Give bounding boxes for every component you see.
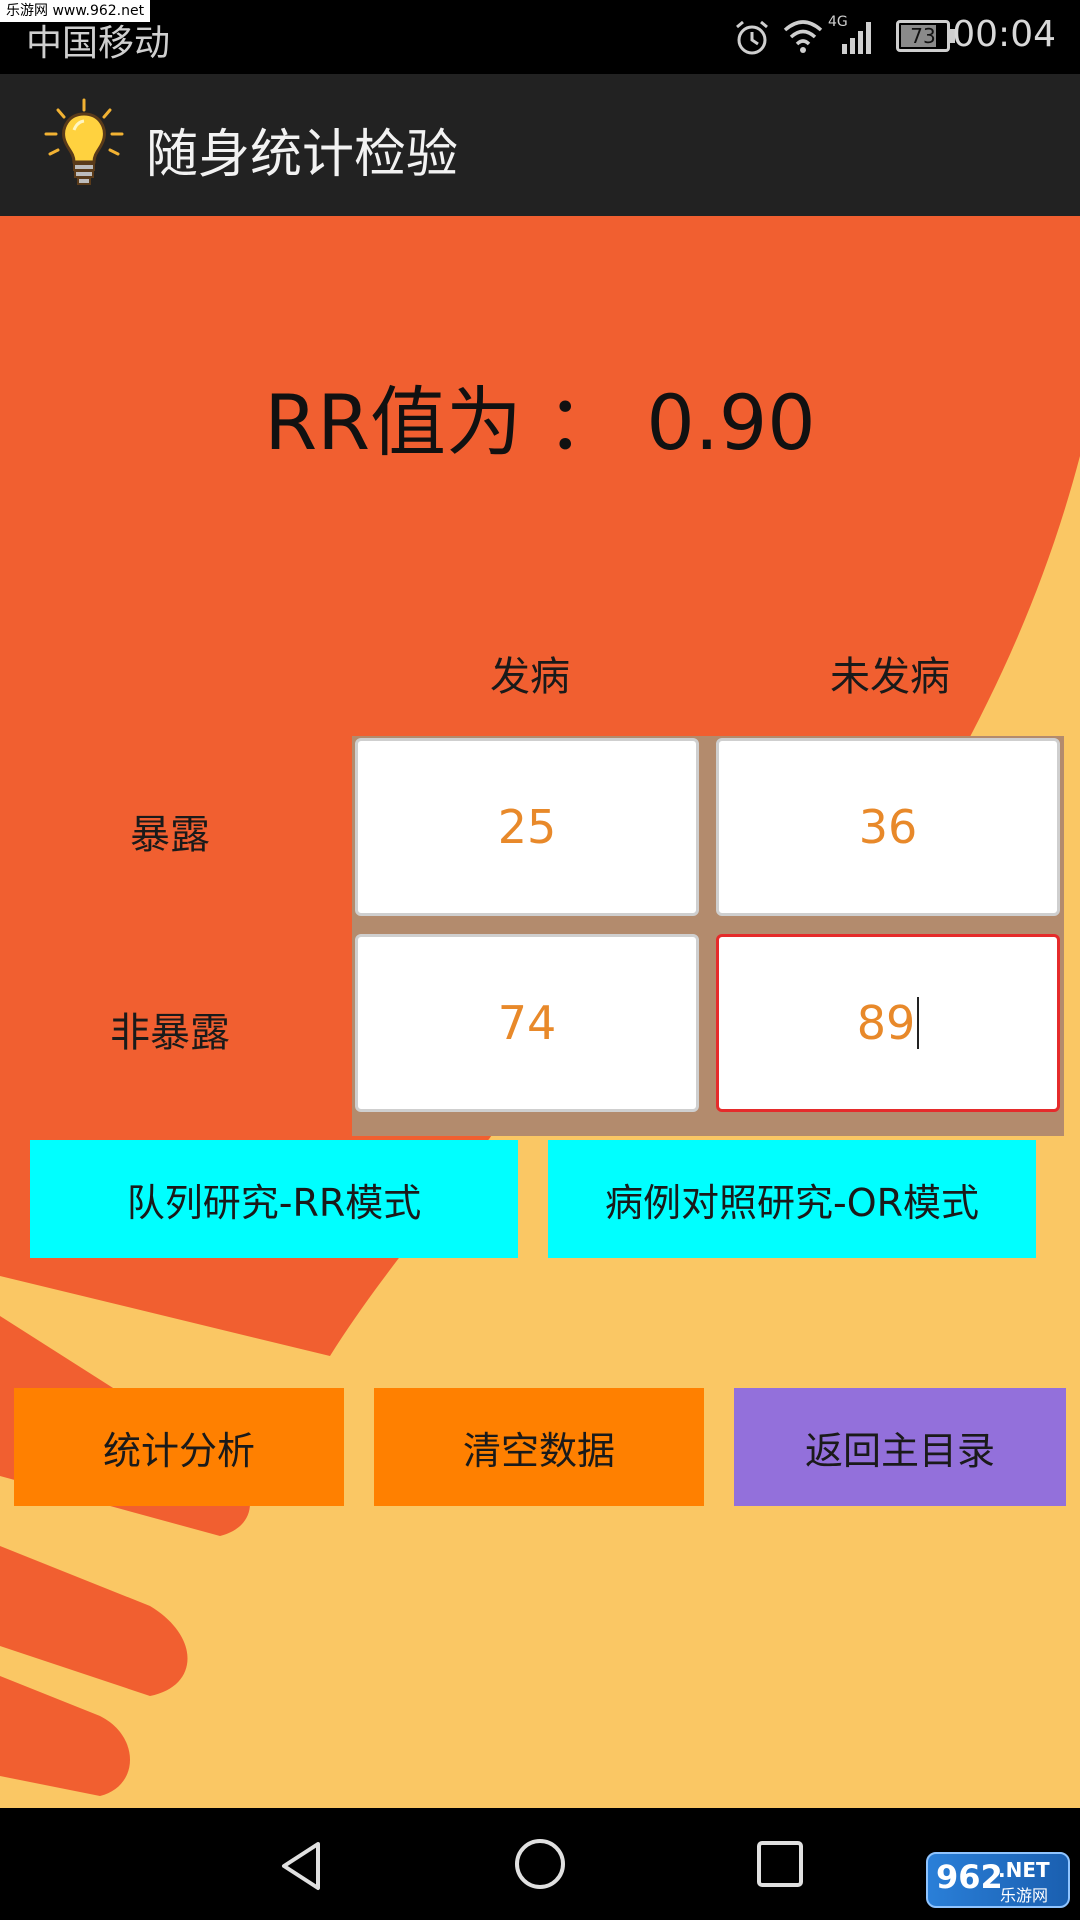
carrier-name: 中国移动	[26, 23, 171, 64]
watermark-logo-caption: 乐游网	[1000, 1886, 1049, 1905]
cell-exposed-diseased[interactable]: 25	[355, 738, 699, 916]
watermark-logo-number: 962	[936, 1858, 1003, 1896]
cell-value: 25	[497, 800, 557, 854]
alarm-icon	[736, 20, 768, 55]
lightbulb-icon	[44, 98, 124, 185]
rr-result-text: RR值为 ： 0.90	[0, 361, 1080, 471]
rr-result-separator	[522, 378, 546, 467]
col-header-not-diseased: 未发病	[830, 654, 950, 700]
watermark-logo: 962 .NET 乐游网	[926, 1852, 1070, 1908]
cell-unexposed-diseased[interactable]: 74	[355, 934, 699, 1112]
clear-data-button[interactable]: 清空数据	[374, 1388, 704, 1506]
wifi-icon	[783, 20, 823, 53]
home-icon[interactable]	[512, 1836, 568, 1892]
battery-percent: 73	[910, 24, 936, 48]
rr-result-spacer	[622, 378, 646, 467]
cell-value: 36	[858, 800, 918, 854]
text-caret	[917, 997, 920, 1049]
status-clock: 00:04	[952, 14, 1056, 55]
row-label-exposed: 暴露	[130, 812, 210, 858]
cell-exposed-not-diseased[interactable]: 36	[716, 738, 1060, 916]
rr-result-value: 0.90	[646, 378, 816, 467]
navigation-bar: 962 .NET 乐游网	[0, 1808, 1080, 1920]
case-control-or-mode-button[interactable]: 病例对照研究-OR模式	[548, 1140, 1036, 1258]
cell-value: 89	[856, 996, 916, 1050]
status-bar: 乐游网 www.962.net 中国移动 4G 73 00:04	[0, 0, 1080, 74]
cohort-rr-mode-button[interactable]: 队列研究-RR模式	[30, 1140, 518, 1258]
app-title: 随身统计检验	[146, 125, 459, 185]
app-action-bar: 随身统计检验	[0, 74, 1080, 216]
cell-unexposed-not-diseased[interactable]: 89	[716, 934, 1060, 1112]
analyze-button[interactable]: 统计分析	[14, 1388, 344, 1506]
cell-value: 74	[497, 996, 557, 1050]
battery-icon: 73	[896, 20, 950, 52]
watermark-logo-domain: .NET	[998, 1858, 1050, 1882]
back-icon[interactable]	[274, 1838, 330, 1894]
content-area: RR值为 ： 0.90 发病 未发病 暴露 非暴露 25 36 74 89 队列…	[0, 216, 1080, 1808]
signal-icon	[842, 22, 871, 54]
return-home-button[interactable]: 返回主目录	[734, 1388, 1066, 1506]
row-label-unexposed: 非暴露	[110, 1010, 230, 1056]
recents-icon[interactable]	[754, 1838, 806, 1890]
rr-result-colon: ：	[546, 378, 623, 467]
col-header-diseased: 发病	[490, 654, 570, 700]
rr-result-label: RR值为	[264, 378, 523, 467]
